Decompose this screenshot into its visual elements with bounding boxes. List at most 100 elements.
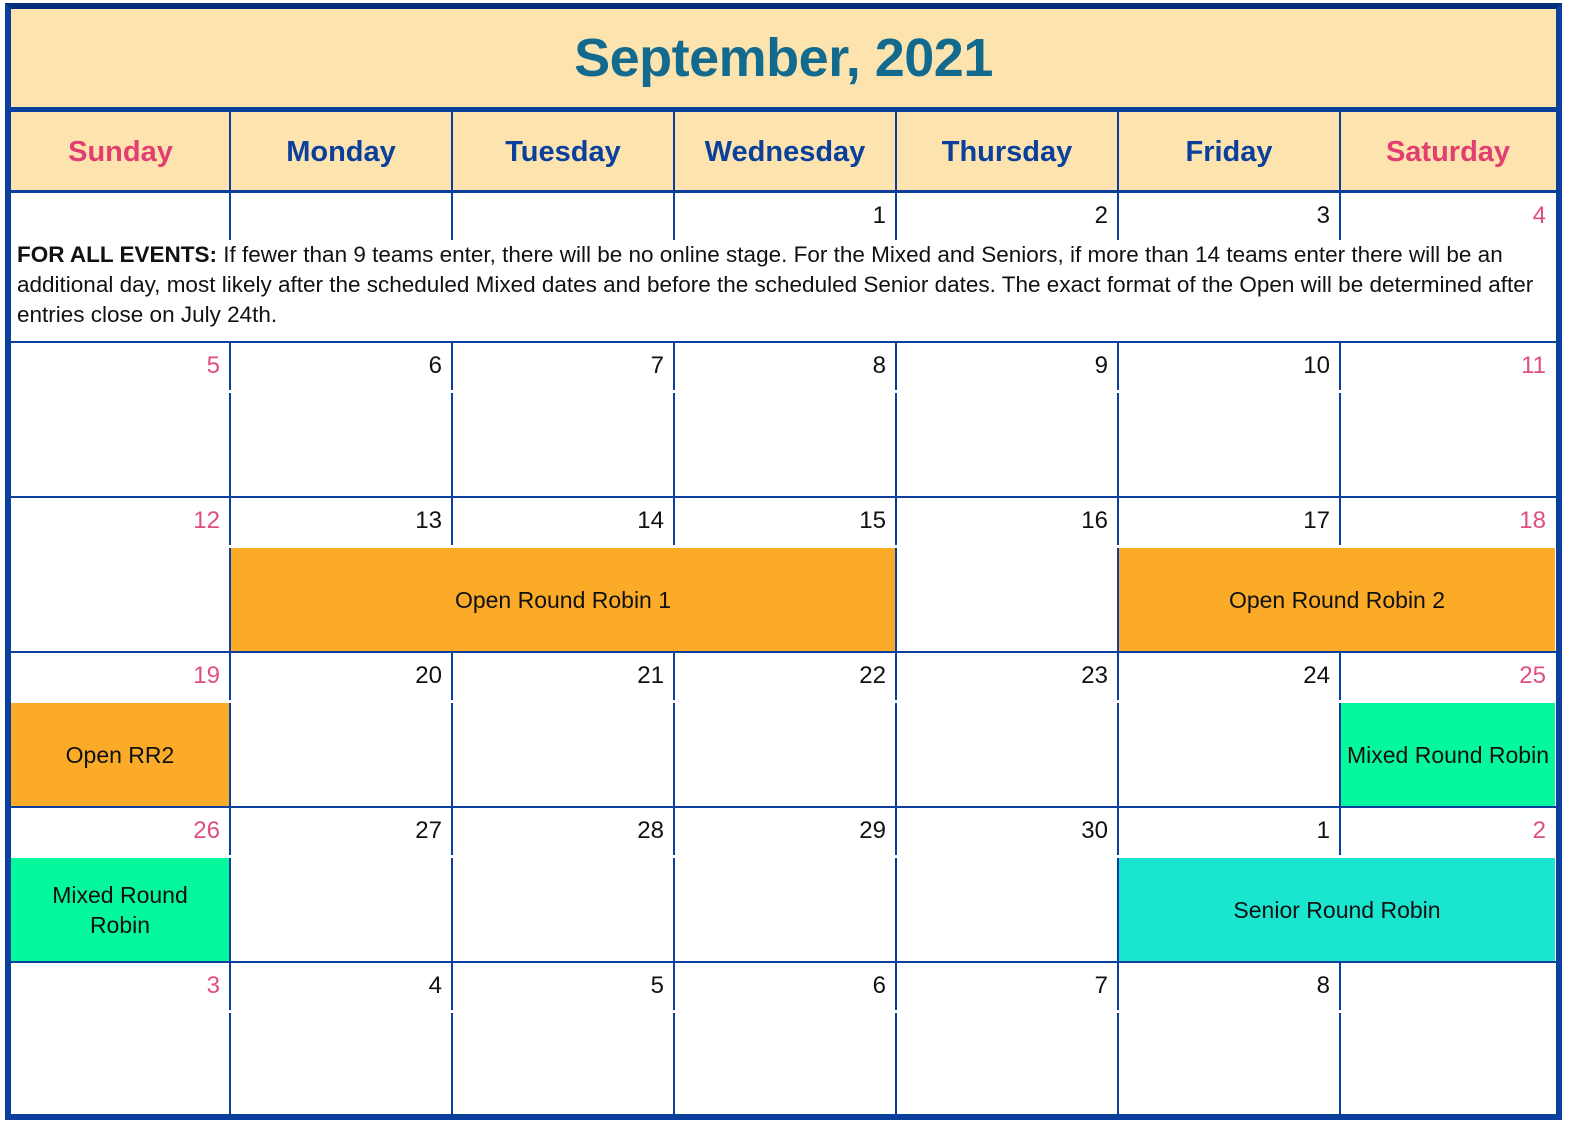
day-number[interactable]: 26 bbox=[11, 807, 230, 853]
events-note-text: If fewer than 9 teams enter, there will … bbox=[17, 242, 1534, 327]
day-number[interactable]: 17 bbox=[1118, 497, 1340, 543]
event-senior-round-robin[interactable]: Senior Round Robin bbox=[1119, 858, 1555, 961]
column-divider bbox=[1339, 342, 1341, 390]
weekday-header-saturday: Saturday bbox=[1385, 135, 1511, 168]
day-number[interactable]: 5 bbox=[11, 342, 230, 388]
event-open-round-robin[interactable]: Open RR2 bbox=[11, 703, 229, 806]
column-divider bbox=[451, 393, 453, 497]
column-divider bbox=[1117, 112, 1119, 192]
day-number[interactable]: 29 bbox=[674, 807, 896, 853]
column-divider bbox=[451, 703, 453, 807]
event-open-round-robin[interactable]: Open Round Robin 2 bbox=[1119, 548, 1555, 651]
day-number[interactable]: 27 bbox=[230, 807, 452, 853]
day-number[interactable]: 1 bbox=[674, 192, 896, 238]
column-divider bbox=[895, 1013, 897, 1120]
column-divider bbox=[1339, 192, 1341, 240]
column-divider bbox=[673, 393, 675, 497]
day-number[interactable]: 4 bbox=[1340, 192, 1556, 238]
calendar-frame: September, 2021 Sunday Monday Tuesday Wedne… bbox=[5, 3, 1562, 1120]
day-number[interactable]: 23 bbox=[896, 652, 1118, 698]
column-divider bbox=[895, 703, 897, 807]
column-divider bbox=[895, 652, 897, 700]
column-divider bbox=[895, 192, 897, 240]
day-number bbox=[11, 192, 230, 238]
weekday-header-friday: Friday bbox=[1185, 135, 1273, 168]
column-divider bbox=[1117, 342, 1119, 390]
day-number[interactable]: 2 bbox=[1340, 807, 1556, 853]
column-divider bbox=[1339, 652, 1341, 700]
day-number[interactable]: 25 bbox=[1340, 652, 1556, 698]
day-number[interactable]: 11 bbox=[1340, 342, 1556, 388]
day-number[interactable]: 8 bbox=[674, 342, 896, 388]
day-number[interactable]: 10 bbox=[1118, 342, 1340, 388]
column-divider bbox=[451, 342, 453, 390]
column-divider bbox=[895, 548, 897, 652]
column-divider bbox=[229, 652, 231, 700]
calendar-grid: Sunday Monday Tuesday Wednesday Thursday Frid… bbox=[11, 112, 1556, 1120]
column-divider bbox=[1339, 807, 1341, 855]
day-number bbox=[230, 192, 452, 238]
day-number[interactable]: 7 bbox=[452, 342, 674, 388]
column-divider bbox=[451, 807, 453, 855]
column-divider bbox=[229, 807, 231, 855]
day-number[interactable]: 24 bbox=[1118, 652, 1340, 698]
column-divider bbox=[1117, 393, 1119, 497]
day-number[interactable]: 28 bbox=[452, 807, 674, 853]
weekday-header-tuesday: Tuesday bbox=[505, 135, 621, 168]
day-number[interactable]: 6 bbox=[674, 962, 896, 1008]
column-divider bbox=[229, 858, 231, 962]
day-number[interactable]: 9 bbox=[896, 342, 1118, 388]
column-divider bbox=[229, 1013, 231, 1120]
column-divider bbox=[673, 497, 675, 545]
day-number[interactable]: 6 bbox=[230, 342, 452, 388]
day-number[interactable]: 14 bbox=[452, 497, 674, 543]
column-divider bbox=[1117, 497, 1119, 545]
day-number[interactable]: 4 bbox=[230, 962, 452, 1008]
day-number[interactable]: 7 bbox=[896, 962, 1118, 1008]
day-number[interactable]: 18 bbox=[1340, 497, 1556, 543]
day-number[interactable]: 21 bbox=[452, 652, 674, 698]
column-divider bbox=[1117, 962, 1119, 1010]
day-number[interactable]: 2 bbox=[896, 192, 1118, 238]
event-mixed-round-robin[interactable]: Mixed Round Robin bbox=[1341, 703, 1555, 806]
weekday-header-wednesday: Wednesday bbox=[704, 135, 866, 168]
day-number[interactable]: 16 bbox=[896, 497, 1118, 543]
events-note-label: FOR ALL EVENTS: bbox=[17, 242, 218, 267]
day-number[interactable]: 19 bbox=[11, 652, 230, 698]
day-number bbox=[452, 192, 674, 238]
column-divider bbox=[673, 703, 675, 807]
column-divider bbox=[895, 858, 897, 962]
day-number[interactable]: 5 bbox=[452, 962, 674, 1008]
day-number[interactable]: 13 bbox=[230, 497, 452, 543]
day-number[interactable]: 22 bbox=[674, 652, 896, 698]
column-divider bbox=[673, 112, 675, 192]
day-number[interactable]: 3 bbox=[11, 962, 230, 1008]
day-number[interactable]: 30 bbox=[896, 807, 1118, 853]
column-divider bbox=[673, 652, 675, 700]
event-mixed-round-robin[interactable]: Mixed Round Robin bbox=[11, 858, 229, 961]
day-number[interactable]: 1 bbox=[1118, 807, 1340, 853]
column-divider bbox=[673, 858, 675, 962]
column-divider bbox=[229, 393, 231, 497]
day-number[interactable]: 15 bbox=[674, 497, 896, 543]
event-open-round-robin[interactable]: Open Round Robin 1 bbox=[231, 548, 895, 651]
column-divider bbox=[673, 1013, 675, 1120]
column-divider bbox=[451, 112, 453, 192]
weekday-header-thursday: Thursday bbox=[941, 135, 1073, 168]
column-divider bbox=[451, 858, 453, 962]
day-number[interactable]: 12 bbox=[11, 497, 230, 543]
weekday-header-sunday: Sunday bbox=[68, 135, 173, 168]
day-number[interactable]: 3 bbox=[1118, 192, 1340, 238]
column-divider bbox=[451, 192, 453, 240]
title-band: September, 2021 bbox=[11, 9, 1556, 107]
column-divider bbox=[229, 703, 231, 807]
column-divider bbox=[229, 192, 231, 240]
column-divider bbox=[1339, 497, 1341, 545]
calendar-title: September, 2021 bbox=[574, 28, 993, 88]
day-number[interactable]: 8 bbox=[1118, 962, 1340, 1008]
column-divider bbox=[673, 962, 675, 1010]
column-divider bbox=[1117, 807, 1119, 855]
column-divider bbox=[673, 807, 675, 855]
day-number[interactable]: 20 bbox=[230, 652, 452, 698]
column-divider bbox=[229, 112, 231, 192]
